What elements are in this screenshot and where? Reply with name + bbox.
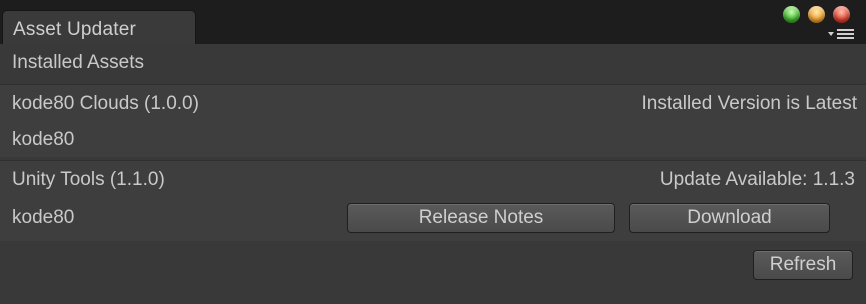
tab-asset-updater[interactable]: Asset Updater — [2, 10, 196, 44]
asset-name: kode80 Clouds (1.0.0) — [12, 93, 199, 114]
asset-updater-panel: Installed Assets kode80 Clouds (1.0.0) I… — [0, 44, 866, 304]
asset-status: Installed Version is Latest — [641, 93, 857, 114]
section-header: Installed Assets — [0, 44, 866, 80]
asset-row: kode80 Clouds (1.0.0) Installed Version … — [0, 84, 866, 157]
section-title: Installed Assets — [12, 52, 145, 73]
green-dot-icon[interactable] — [783, 6, 800, 23]
refresh-button[interactable]: Refresh — [753, 250, 853, 280]
yellow-dot-icon[interactable] — [808, 6, 825, 23]
download-button[interactable]: Download — [629, 203, 830, 233]
asset-name: Unity Tools (1.1.0) — [12, 169, 165, 190]
release-notes-button[interactable]: Release Notes — [347, 203, 615, 233]
red-dot-icon[interactable] — [833, 6, 850, 23]
asset-status: Update Available: 1.1.3 — [659, 169, 855, 190]
asset-author: kode80 — [12, 129, 75, 150]
tab-label: Asset Updater — [13, 19, 136, 40]
dropdown-menu-icon[interactable] — [828, 28, 856, 40]
window-titlebar: Asset Updater — [0, 0, 866, 44]
asset-row: Unity Tools (1.1.0) Update Available: 1.… — [0, 160, 866, 241]
asset-author: kode80 — [12, 207, 75, 228]
